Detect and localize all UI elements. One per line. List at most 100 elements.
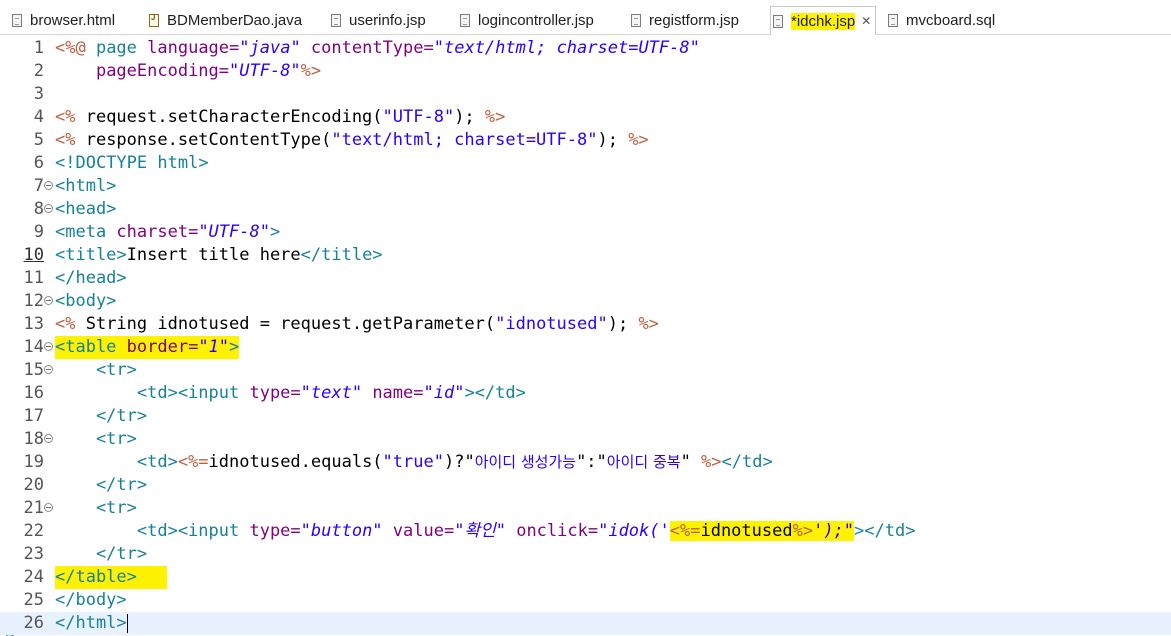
tab-mvcboard-sql[interactable]: mvcboard.sql — [888, 8, 995, 32]
tab-logincontroller-jsp[interactable]: logincontroller.jsp — [460, 8, 594, 32]
line-number: 16 — [23, 383, 44, 403]
line-number: 10 — [23, 245, 44, 265]
fold-collapse-icon[interactable] — [44, 503, 53, 512]
tab-browser-html[interactable]: browser.html — [12, 8, 115, 32]
tab-bdmemberdao-java[interactable]: BDMemberDao.java — [149, 8, 302, 32]
fold-collapse-icon[interactable] — [44, 365, 53, 374]
code-text-highlighted: </table> — [55, 566, 167, 589]
line-number: 7 — [33, 176, 44, 196]
code-text: <td><%=idnotused.equals("true")?"아이디 생성가… — [55, 452, 773, 472]
code-text: </tr> — [55, 544, 148, 564]
code-text: <% response.setContentType("text/html; c… — [55, 130, 649, 150]
code-line-2: 2 pageEncoding="UTF-8"%> — [0, 60, 1171, 83]
code-line-16: 16 <td><input type="text" name="id"></td… — [0, 382, 1171, 405]
code-line-4: 4 <% request.setCharacterEncoding("UTF-8… — [0, 106, 1171, 129]
code-line-19: 19 <td><%=idnotused.equals("true")?"아이디 … — [0, 451, 1171, 474]
tab-registform-jsp[interactable]: registform.jsp — [631, 8, 739, 32]
line-number: 14 — [23, 337, 44, 357]
line-number: 17 — [23, 406, 44, 426]
line-number: 5 — [33, 130, 44, 150]
line-number: 12 — [23, 291, 44, 311]
code-line-1: 1 <%@ page language="java" contentType="… — [0, 37, 1171, 60]
code-line-21: 21 <tr> — [0, 497, 1171, 520]
code-line-22: 22 <td><input type="button" value="확인" o… — [0, 520, 1171, 543]
code-text-highlighted: <table border="1"> — [55, 336, 240, 359]
code-line-5: 5 <% response.setContentType("text/html;… — [0, 129, 1171, 152]
code-line-8: 8 <head> — [0, 198, 1171, 221]
code-line-18: 18 <tr> — [0, 428, 1171, 451]
code-line-25: 25 </body> — [0, 589, 1171, 612]
jsp-file-icon — [773, 14, 783, 28]
line-number: 2 — [33, 61, 44, 81]
line-number: 23 — [23, 544, 44, 564]
line-number: 13 — [23, 314, 44, 334]
code-line-12: 12 <body> — [0, 290, 1171, 313]
code-text: </tr> — [55, 475, 148, 495]
fold-collapse-icon[interactable] — [44, 204, 53, 213]
code-line-15: 15 <tr> — [0, 359, 1171, 382]
line-number: 11 — [23, 268, 44, 288]
code-line-17: 17 </tr> — [0, 405, 1171, 428]
line-number: 8 — [33, 199, 44, 219]
line-number: 18 — [23, 429, 44, 449]
code-text: </tr> — [55, 406, 148, 426]
code-text: <% String idnotused = request.getParamet… — [55, 314, 659, 334]
java-file-icon — [149, 13, 159, 27]
line-number: 26 — [23, 613, 44, 633]
jsp-file-icon — [460, 13, 470, 27]
jsp-file-icon — [631, 13, 641, 27]
tab-userinfo-jsp[interactable]: userinfo.jsp — [331, 8, 426, 32]
line-number: 25 — [23, 590, 44, 610]
code-text: pageEncoding="UTF-8"%> — [95, 61, 322, 81]
code-text: <!DOCTYPE html> — [55, 153, 209, 173]
tab-label: *idchk.jsp — [791, 12, 856, 30]
code-text: </head> — [55, 268, 127, 288]
tab-idchk-jsp[interactable]: *idchk.jsp ✕ — [770, 6, 877, 35]
fold-collapse-icon[interactable] — [44, 296, 53, 305]
code-text: <meta charset="UTF-8"> — [55, 222, 281, 242]
tab-label: browser.html — [30, 11, 116, 29]
code-text: <td><input type="text" name="id"></td> — [55, 383, 526, 403]
code-text: <tr> — [55, 498, 137, 518]
code-text: </body> — [55, 590, 127, 610]
jsp-file-icon — [331, 13, 341, 27]
code-text: <html> — [55, 176, 117, 196]
line-number: 3 — [33, 84, 44, 104]
tab-label: userinfo.jsp — [349, 11, 426, 29]
fold-collapse-icon[interactable] — [44, 181, 53, 190]
editor-tab-bar: browser.html BDMemberDao.java userinfo.j… — [0, 0, 1171, 35]
code-text: <%@ page language="java" contentType="te… — [55, 38, 700, 58]
code-text: </html> — [55, 613, 128, 633]
code-text: <tr> — [55, 360, 137, 380]
line-number: 1 — [33, 38, 44, 58]
code-text: <title>Insert title here</title> — [55, 245, 383, 265]
line-number: 9 — [33, 222, 44, 242]
line-number: 4 — [33, 107, 44, 127]
highlighted-expression: <%=idnotused%>');" — [669, 521, 855, 541]
code-line-23: 23 </tr> — [0, 543, 1171, 566]
code-text: <head> — [55, 199, 117, 219]
code-line-13: 13 <% String idnotused = request.getPara… — [0, 313, 1171, 336]
close-icon[interactable]: ✕ — [861, 14, 871, 28]
line-number: 19 — [23, 452, 44, 472]
fold-collapse-icon[interactable] — [44, 342, 53, 351]
code-line-10: 10 <title>Insert title here</title> — [0, 244, 1171, 267]
code-line-24: 24 </table> — [0, 566, 1171, 589]
line-number: 15 — [23, 360, 44, 380]
code-line-6: 6 <!DOCTYPE html> — [0, 152, 1171, 175]
code-line-20: 20 </tr> — [0, 474, 1171, 497]
line-number: 6 — [33, 153, 44, 173]
text-cursor — [126, 613, 128, 633]
line-number: 22 — [23, 521, 44, 541]
tab-label: BDMemberDao.java — [167, 11, 303, 29]
html-file-icon — [12, 13, 22, 27]
code-line-7: 7 <html> — [0, 175, 1171, 198]
tab-label: mvcboard.sql — [906, 11, 996, 29]
line-number: 20 — [23, 475, 44, 495]
tab-label: registform.jsp — [649, 11, 740, 29]
fold-collapse-icon[interactable] — [44, 434, 53, 443]
sql-file-icon — [888, 13, 898, 27]
code-line-26-current: 26 </html> — [0, 612, 1171, 635]
tab-label: logincontroller.jsp — [478, 11, 594, 29]
code-text: <tr> — [55, 429, 137, 449]
